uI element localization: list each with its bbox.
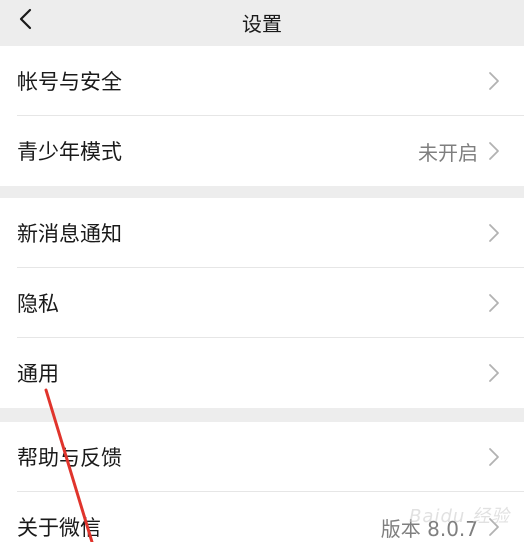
chevron-right-icon xyxy=(488,140,504,162)
watermark: Baidu 经验 xyxy=(409,506,510,527)
row-label: 帐号与安全 xyxy=(17,70,122,94)
chevron-right-icon xyxy=(488,292,504,314)
settings-group-account: 帐号与安全 青少年模式 未开启 xyxy=(0,46,524,186)
chevron-right-icon xyxy=(488,446,504,468)
row-label: 青少年模式 xyxy=(17,140,122,164)
page-title: 设置 xyxy=(242,12,282,36)
settings-row-account-security[interactable]: 帐号与安全 xyxy=(0,46,524,116)
row-label: 帮助与反馈 xyxy=(17,446,122,470)
row-label: 通用 xyxy=(17,362,59,386)
chevron-right-icon xyxy=(488,70,504,92)
chevron-right-icon xyxy=(488,362,504,384)
settings-row-notifications[interactable]: 新消息通知 xyxy=(0,198,524,268)
row-value: 未开启 xyxy=(418,140,478,165)
row-label: 隐私 xyxy=(17,292,59,316)
settings-group-general: 新消息通知 隐私 通用 xyxy=(0,198,524,408)
settings-row-teen-mode[interactable]: 青少年模式 未开启 xyxy=(0,116,524,186)
chevron-right-icon xyxy=(488,222,504,244)
settings-row-general[interactable]: 通用 xyxy=(0,338,524,408)
row-label: 新消息通知 xyxy=(17,222,122,246)
settings-row-help-feedback[interactable]: 帮助与反馈 xyxy=(0,422,524,492)
settings-row-privacy[interactable]: 隐私 xyxy=(0,268,524,338)
nav-bar: 设置 xyxy=(0,0,524,46)
row-label: 关于微信 xyxy=(17,516,101,540)
